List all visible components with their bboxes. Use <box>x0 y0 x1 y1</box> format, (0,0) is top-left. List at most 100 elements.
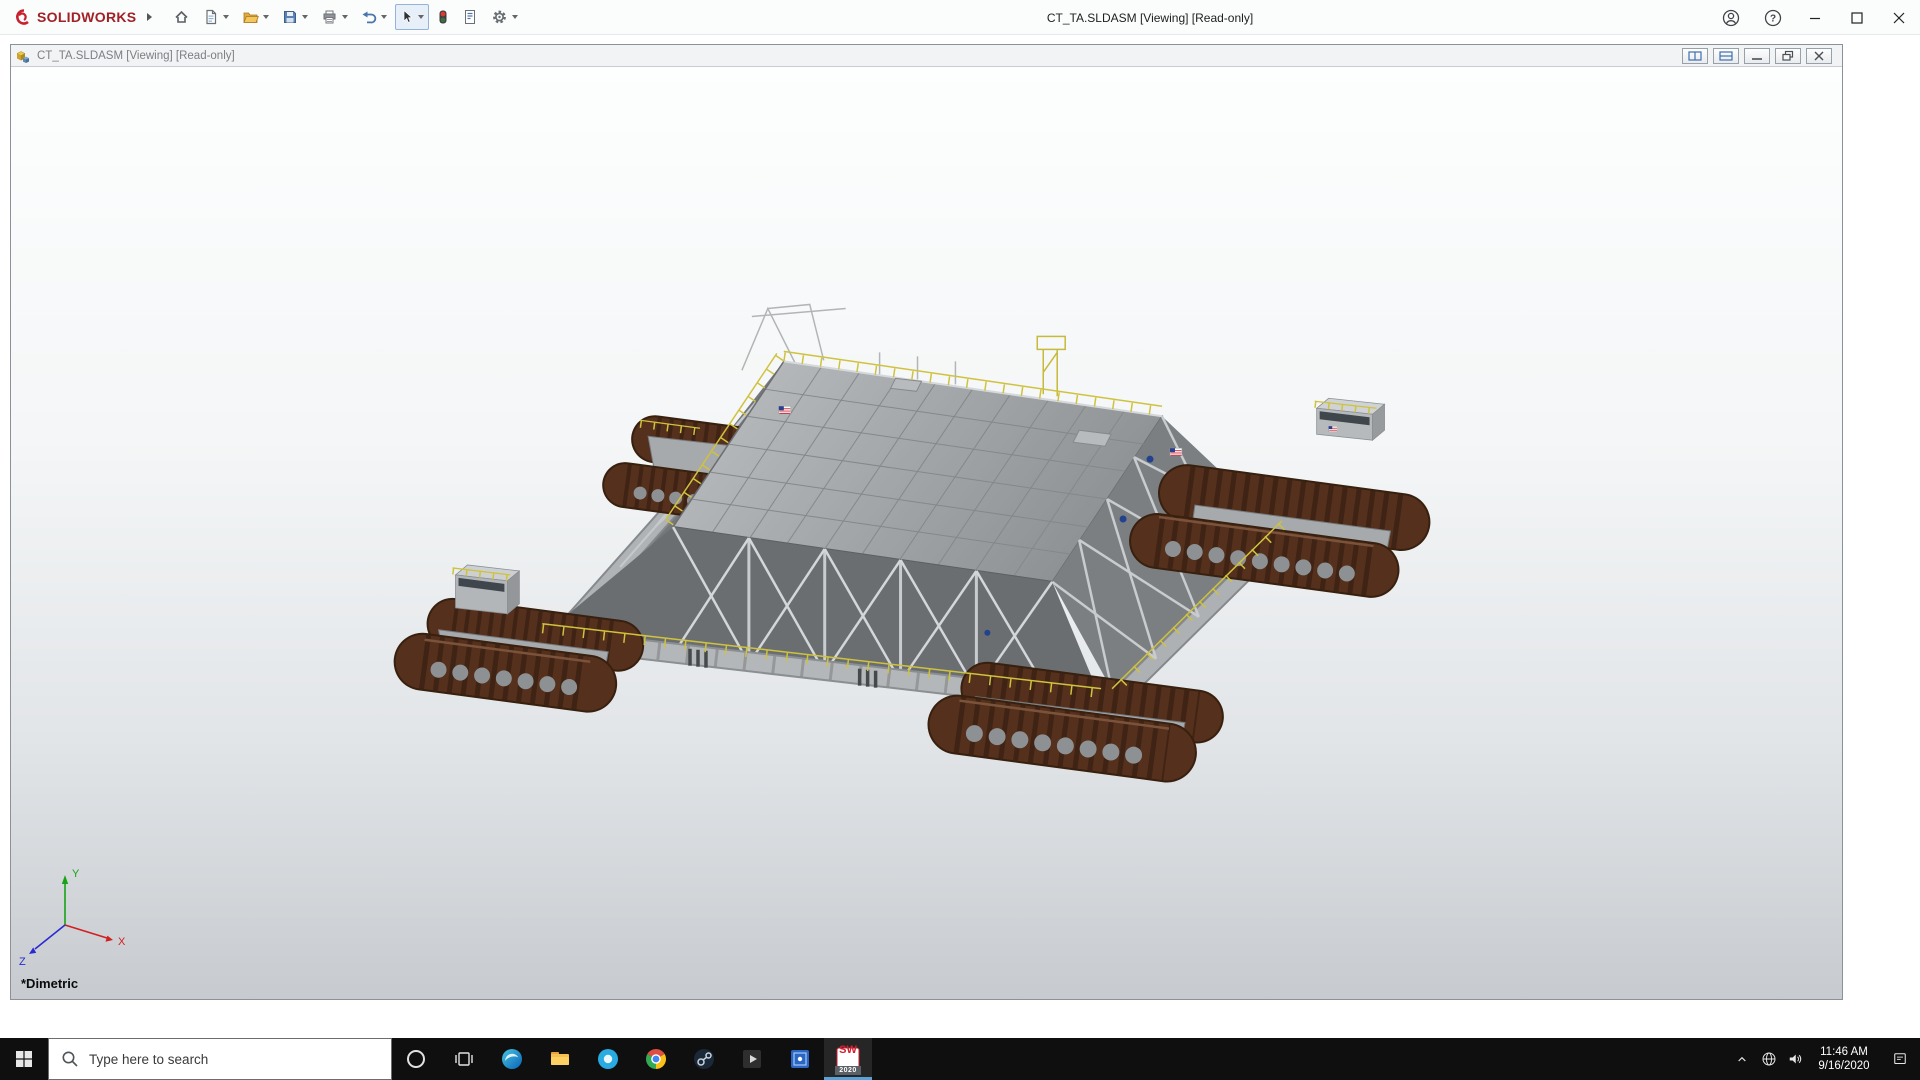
rebuild-button[interactable] <box>432 4 454 30</box>
undo-icon <box>362 11 377 24</box>
rebuild-stoplight-icon <box>439 10 447 24</box>
save-button[interactable] <box>277 4 313 30</box>
home-icon <box>175 10 189 23</box>
clock[interactable]: 11:46 AM 9/16/2020 <box>1808 1038 1880 1080</box>
minimize-button[interactable] <box>1794 0 1836 35</box>
taskbar-item-chrome[interactable] <box>632 1038 680 1080</box>
cortana-button[interactable] <box>392 1038 440 1080</box>
taskbar-item-file-explorer[interactable] <box>536 1038 584 1080</box>
client-area: CT_TA.SLDASM [Viewing] [Read-only] Y X Z… <box>0 36 1920 1038</box>
close-icon <box>1814 51 1824 60</box>
operator-cab-front <box>452 564 521 615</box>
tile-vertical-icon <box>1688 50 1702 61</box>
document-titlebar: CT_TA.SLDASM [Viewing] [Read-only] <box>11 45 1842 67</box>
open-folder-icon <box>243 12 260 23</box>
document-title: CT_TA.SLDASM [Viewing] [Read-only] <box>37 49 235 62</box>
windows-logo-icon <box>16 1051 32 1067</box>
doc-close-button[interactable] <box>1806 47 1832 64</box>
tile-horizontal-button[interactable] <box>1713 47 1739 64</box>
tray-expand-button[interactable] <box>1728 1038 1756 1080</box>
action-center-icon <box>1894 1053 1906 1065</box>
menu-expand-icon[interactable] <box>147 13 153 21</box>
taskbar-item-solidworks[interactable]: SW 2020 <box>824 1038 872 1080</box>
select-tool-button[interactable] <box>395 4 430 30</box>
dropdown-arrow-icon[interactable] <box>418 15 425 19</box>
cortana-icon <box>407 1050 425 1068</box>
flag-decal <box>1328 425 1338 432</box>
axis-x-label: X <box>118 936 126 948</box>
dropdown-arrow-icon[interactable] <box>263 15 270 19</box>
dropdown-arrow-icon[interactable] <box>223 15 230 19</box>
account-button[interactable] <box>1710 0 1752 35</box>
view-orientation-label: *Dimetric <box>21 976 79 991</box>
dropdown-arrow-icon[interactable] <box>381 15 388 19</box>
chevron-up-icon <box>1738 1056 1746 1062</box>
maximize-icon <box>1851 11 1863 24</box>
close-button[interactable] <box>1878 0 1920 35</box>
taskbar-item-edge[interactable] <box>488 1038 536 1080</box>
new-document-button[interactable] <box>198 4 234 30</box>
document-window-controls <box>1682 47 1838 64</box>
close-icon <box>1893 12 1905 23</box>
solidworks-version-badge: 2020 <box>835 1066 861 1075</box>
tile-vertical-button[interactable] <box>1682 47 1708 64</box>
screen: SOLIDWORKS CT_TA.SLDASM [Viewing] [Read-… <box>0 0 1920 1080</box>
dropdown-arrow-icon[interactable] <box>342 15 349 19</box>
crawler-transporter-model <box>393 303 1431 783</box>
deck-crane <box>1036 335 1066 397</box>
clock-time: 11:46 AM <box>1820 1046 1868 1058</box>
taskbar-item-photos[interactable] <box>776 1038 824 1080</box>
flag-decal <box>1169 447 1183 456</box>
windows-taskbar: SW 2020 11:46 AM 9 <box>0 1038 1920 1080</box>
dropdown-arrow-icon[interactable] <box>512 15 519 19</box>
action-center-button[interactable] <box>1880 1038 1920 1080</box>
network-button[interactable] <box>1756 1038 1782 1080</box>
viewport-3d[interactable]: Y X Z *Dimetric <box>11 67 1842 999</box>
minimize-icon <box>1752 57 1762 60</box>
taskbar-item-steam[interactable] <box>680 1038 728 1080</box>
edge-icon <box>502 1049 522 1069</box>
assembly-document-icon <box>16 50 29 63</box>
search-icon <box>62 1051 78 1067</box>
chrome-icon <box>646 1049 666 1069</box>
task-view-icon <box>455 1052 473 1066</box>
maximize-button[interactable] <box>1836 0 1878 35</box>
task-view-button[interactable] <box>440 1038 488 1080</box>
undo-button[interactable] <box>356 4 392 30</box>
skype-icon <box>598 1049 618 1069</box>
restore-icon <box>1782 50 1794 61</box>
axis-z-label: Z <box>19 956 26 968</box>
solidworks-logo-icon <box>16 9 29 25</box>
volume-button[interactable] <box>1782 1038 1808 1080</box>
start-button[interactable] <box>0 1038 48 1080</box>
file-properties-button[interactable] <box>457 4 483 30</box>
new-document-icon <box>206 9 217 25</box>
taskbar-search[interactable] <box>48 1038 392 1080</box>
home-button[interactable] <box>168 4 195 30</box>
app-titlebar: SOLIDWORKS CT_TA.SLDASM [Viewing] [Read-… <box>0 0 1920 35</box>
taskbar-item-media-player[interactable] <box>728 1038 776 1080</box>
quick-access-toolbar <box>168 4 523 30</box>
photos-icon <box>791 1050 809 1068</box>
network-globe-icon <box>1762 1052 1776 1066</box>
media-player-icon <box>743 1050 761 1068</box>
steam-icon <box>694 1049 714 1069</box>
taskbar-item-skype[interactable] <box>584 1038 632 1080</box>
document-window: CT_TA.SLDASM [Viewing] [Read-only] Y X Z… <box>10 44 1843 1000</box>
volume-icon <box>1789 1054 1802 1064</box>
search-input[interactable] <box>49 1039 391 1079</box>
window-title: CT_TA.SLDASM [Viewing] [Read-only] <box>1046 10 1254 25</box>
operator-cab-rear <box>1314 397 1386 442</box>
system-tray: 11:46 AM 9/16/2020 <box>1728 1038 1920 1080</box>
brand-name: SOLIDWORKS <box>37 9 137 25</box>
doc-minimize-button[interactable] <box>1744 47 1770 64</box>
dropdown-arrow-icon[interactable] <box>302 15 309 19</box>
orientation-triad: Y X Z <box>19 868 126 968</box>
print-button[interactable] <box>316 4 353 30</box>
options-button[interactable] <box>486 4 523 30</box>
track-unit-front-left <box>393 597 645 713</box>
doc-restore-button[interactable] <box>1775 47 1801 64</box>
help-button[interactable]: ? <box>1752 0 1794 35</box>
open-button[interactable] <box>237 4 274 30</box>
account-icon <box>1722 9 1740 26</box>
